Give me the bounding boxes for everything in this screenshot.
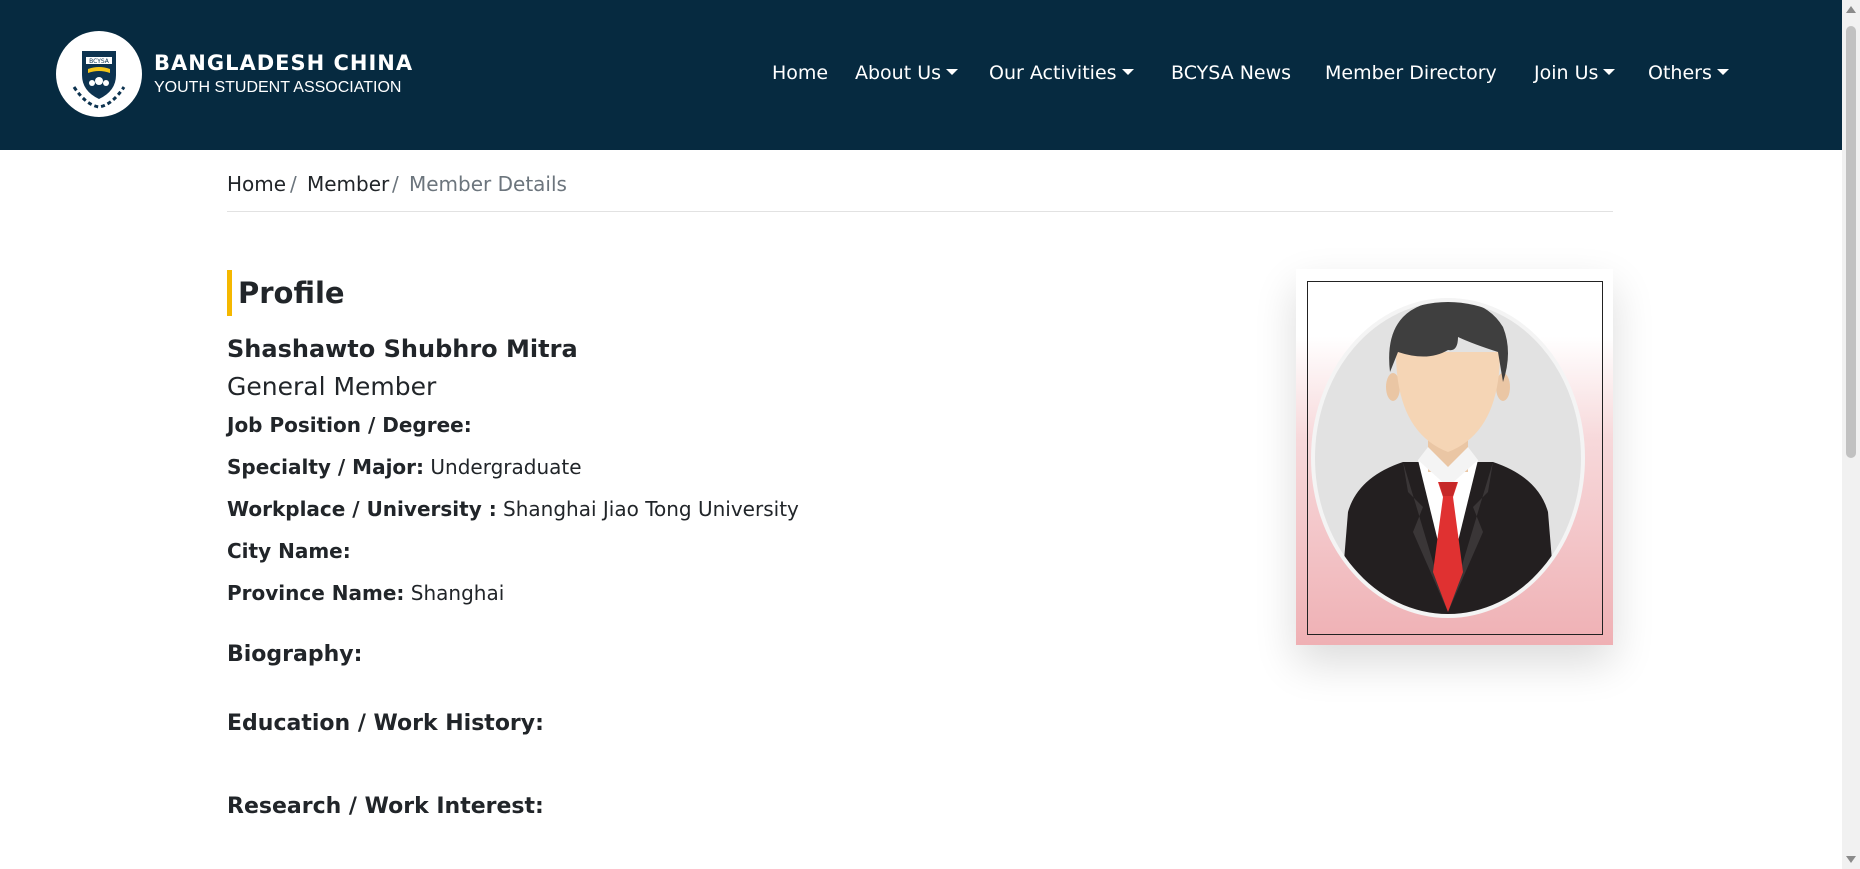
avatar-placeholder-icon <box>1311 298 1585 618</box>
nav-our-activities-label: Our Activities <box>989 62 1117 84</box>
nav-about-us[interactable]: About Us <box>855 62 959 84</box>
breadcrumb-member[interactable]: Member <box>307 172 389 196</box>
field-label: City Name: <box>227 539 351 563</box>
scroll-up-arrow-icon[interactable] <box>1846 6 1856 13</box>
field-city: City Name: <box>227 539 351 563</box>
field-label: Specialty / Major: <box>227 455 425 479</box>
field-label: Workplace / University : <box>227 497 497 521</box>
scroll-down-arrow-icon[interactable] <box>1846 856 1856 863</box>
section-education-history: Education / Work History: <box>227 711 544 736</box>
member-type: General Member <box>227 372 437 401</box>
nav-bcysa-news[interactable]: BCYSA News <box>1171 62 1291 84</box>
breadcrumb-divider <box>227 211 1613 212</box>
section-research-interest: Research / Work Interest: <box>227 794 544 819</box>
nav-others-label: Others <box>1648 62 1712 84</box>
field-label: Job Position / Degree: <box>227 413 472 437</box>
profile-photo-card <box>1296 269 1613 645</box>
site-logo[interactable]: BCYSA <box>56 31 142 117</box>
nav-home-label: Home <box>772 62 829 84</box>
nav-home[interactable]: Home <box>772 62 828 84</box>
chevron-down-icon <box>946 69 959 75</box>
profile-photo <box>1307 281 1603 635</box>
breadcrumb-separator: / <box>392 172 399 196</box>
nav-our-activities[interactable]: Our Activities <box>989 62 1134 84</box>
nav-others[interactable]: Others <box>1648 62 1729 84</box>
bcysa-logo-icon: BCYSA <box>72 51 126 109</box>
nav-member-directory[interactable]: Member Directory <box>1325 62 1497 84</box>
breadcrumb-home[interactable]: Home <box>227 172 286 196</box>
chevron-down-icon <box>1121 69 1134 75</box>
profile-heading: Profile <box>238 276 345 310</box>
field-value: Shanghai Jiao Tong University <box>503 497 799 521</box>
field-workplace: Workplace / University : Shanghai Jiao T… <box>227 497 799 521</box>
page-scrollbar[interactable] <box>1842 0 1860 869</box>
field-job-position: Job Position / Degree: <box>227 413 472 437</box>
logo-text: BCYSA <box>89 58 110 65</box>
nav-about-us-label: About Us <box>855 62 942 84</box>
site-header: BCYSA BANGLADESH CHINA YOUTH STUDENT ASS… <box>0 0 1842 150</box>
breadcrumb-separator: / <box>290 172 297 196</box>
field-specialty: Specialty / Major: Undergraduate <box>227 455 582 479</box>
field-value: Shanghai <box>410 581 505 605</box>
scrollbar-thumb[interactable] <box>1846 26 1856 458</box>
member-name: Shashawto Shubhro Mitra <box>227 335 578 363</box>
chevron-down-icon <box>1603 69 1616 75</box>
nav-join-us[interactable]: Join Us <box>1534 62 1616 84</box>
nav-join-us-label: Join Us <box>1534 62 1599 84</box>
nav-member-directory-label: Member Directory <box>1325 62 1497 84</box>
brand-subtitle[interactable]: YOUTH STUDENT ASSOCIATION <box>154 79 401 97</box>
field-label: Province Name: <box>227 581 405 605</box>
field-province: Province Name: Shanghai <box>227 581 504 605</box>
nav-bcysa-news-label: BCYSA News <box>1171 62 1292 84</box>
profile-heading-accent <box>227 270 232 316</box>
chevron-down-icon <box>1716 69 1729 75</box>
brand-title[interactable]: BANGLADESH CHINA <box>154 51 413 75</box>
field-value: Undergraduate <box>430 455 582 479</box>
breadcrumb-current: Member Details <box>409 172 567 196</box>
section-biography: Biography: <box>227 642 363 667</box>
